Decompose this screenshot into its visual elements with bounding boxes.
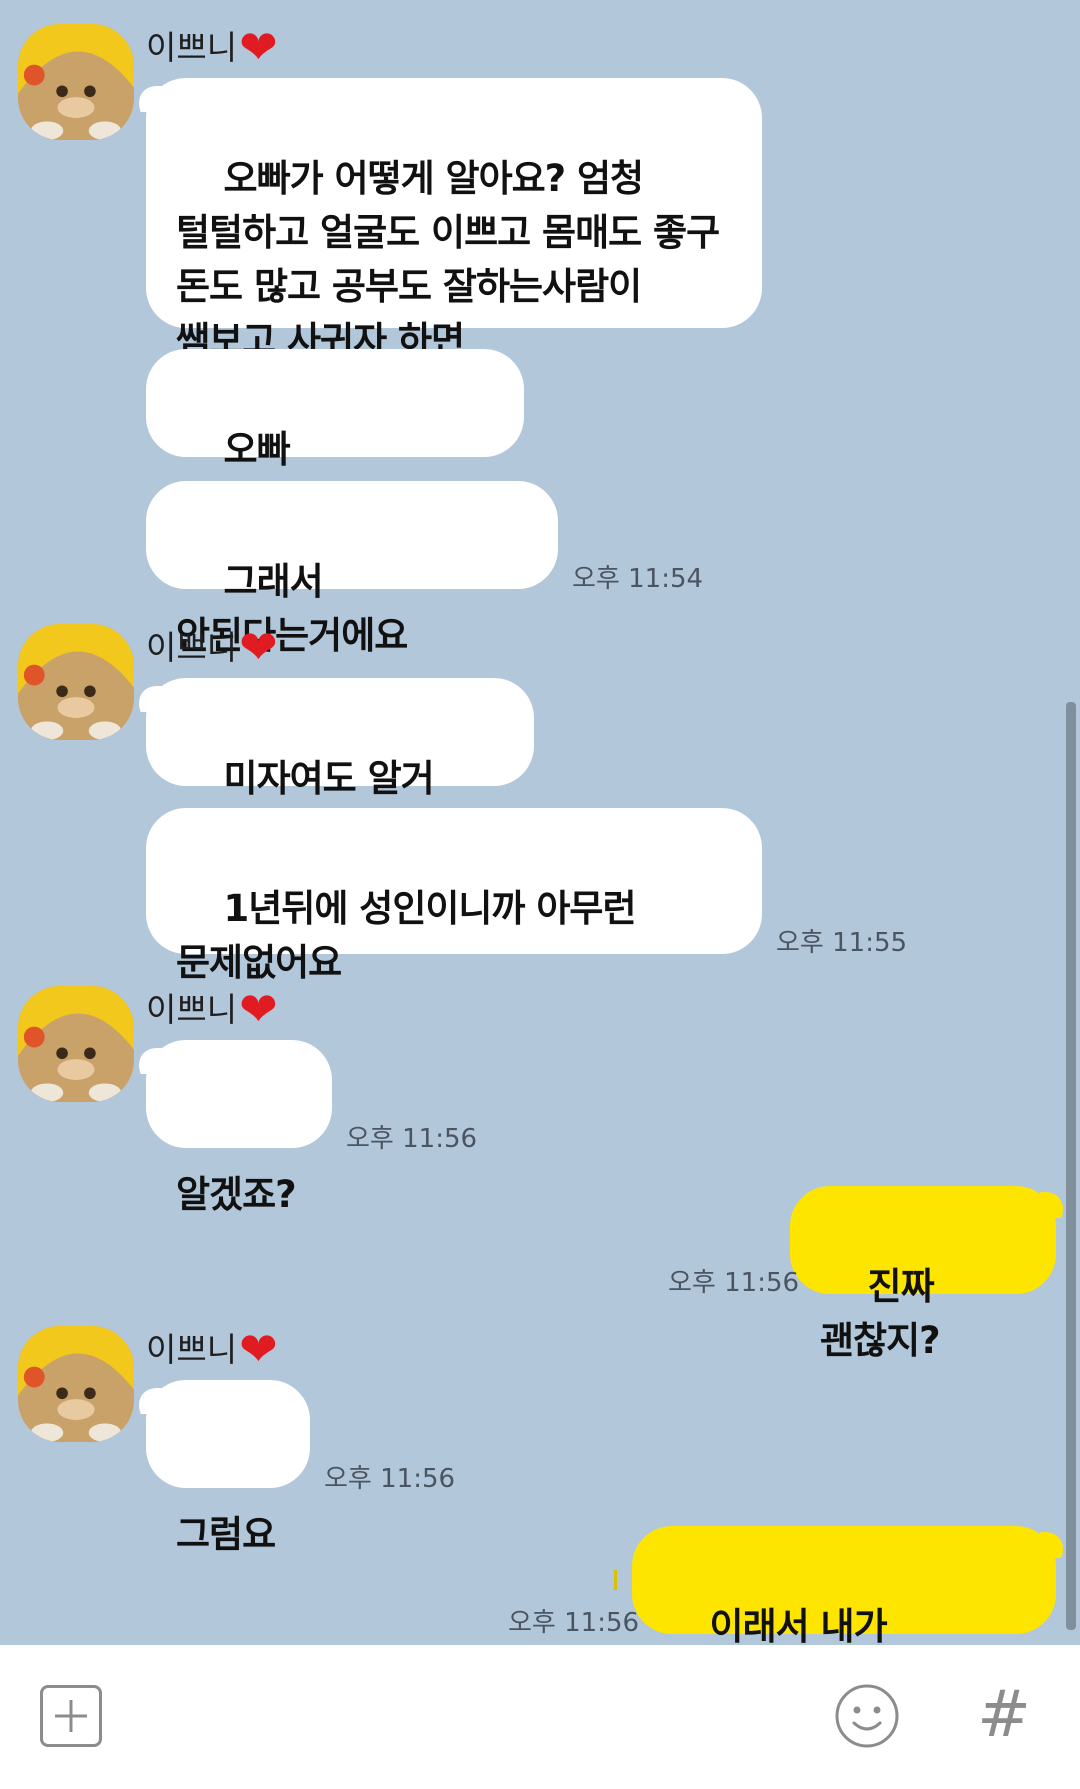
hash-button[interactable]: # bbox=[972, 1677, 1036, 1753]
sender-name: 이쁘니 ❤ bbox=[146, 624, 278, 670]
message-bubble[interactable]: 미자여도 알거 다알고 bbox=[146, 678, 534, 854]
message-time: 오후 11:54 bbox=[572, 564, 704, 594]
heart-icon: ❤ bbox=[239, 1322, 278, 1376]
sender-name-text: 이쁘니 bbox=[146, 27, 238, 67]
smiley-icon bbox=[835, 1684, 899, 1748]
message-time: 오후 11:56 bbox=[346, 1124, 478, 1154]
input-bar: # bbox=[0, 1645, 1080, 1789]
sender-avatar[interactable] bbox=[18, 624, 134, 740]
sender-name: 이쁘니 ❤ bbox=[146, 24, 278, 70]
sender-name-text: 이쁘니 bbox=[146, 989, 238, 1029]
sender-name: 이쁘니 ❤ bbox=[146, 1326, 278, 1372]
message-text: 오빠가 어떻게 알아요? 엄청 털털하고 얼굴도 이쁘고 몸매도 좋구 돈도 많… bbox=[176, 157, 720, 362]
message-bubble[interactable]: 알겠죠? bbox=[146, 1040, 332, 1216]
chat-area[interactable]: 이쁘니 ❤ 오빠가 어떻게 알아요? 엄청 털털하고 얼굴도 이쁘고 몸매도 좋… bbox=[0, 0, 1080, 1702]
message-bubble[interactable]: 그래서 안된다는거에요 bbox=[146, 481, 558, 657]
message-text: 진짜 괜찮지? bbox=[820, 1265, 946, 1362]
message-bubble[interactable]: 오빠 받아줄꺼잖아요 bbox=[146, 349, 524, 525]
message-text: 알겠죠? bbox=[176, 1173, 297, 1216]
scrollbar[interactable] bbox=[1066, 702, 1076, 1630]
cat-pikachu-hat-icon bbox=[18, 1326, 134, 1442]
message-text: 그럼요 bbox=[176, 1513, 276, 1556]
cat-pikachu-hat-icon bbox=[18, 624, 134, 740]
emoji-button[interactable] bbox=[834, 1683, 900, 1749]
sender-avatar[interactable] bbox=[18, 24, 134, 140]
hash-icon: # bbox=[977, 1678, 1031, 1752]
cat-pikachu-hat-icon bbox=[18, 986, 134, 1102]
heart-icon: ❤ bbox=[239, 20, 278, 74]
message-text: 1년뒤에 성인이니까 아무런 문제없어요 bbox=[176, 887, 636, 984]
message-time: 오후 11:56 bbox=[508, 1608, 640, 1638]
attach-button[interactable] bbox=[40, 1685, 102, 1747]
my-message-bubble[interactable]: 이래서 내가 좋다는거야 bbox=[632, 1526, 1056, 1702]
unread-marker bbox=[614, 1570, 617, 1590]
sender-name-text: 이쁘니 bbox=[146, 1329, 238, 1369]
sender-name-text: 이쁘니 bbox=[146, 627, 238, 667]
heart-icon: ❤ bbox=[239, 982, 278, 1036]
message-bubble[interactable]: 그럼요 bbox=[146, 1380, 310, 1556]
sender-avatar[interactable] bbox=[18, 1326, 134, 1442]
sender-avatar[interactable] bbox=[18, 986, 134, 1102]
heart-icon: ❤ bbox=[239, 620, 278, 674]
message-bubble[interactable]: 오빠가 어떻게 알아요? 엄청 털털하고 얼굴도 이쁘고 몸매도 좋구 돈도 많… bbox=[146, 78, 762, 362]
message-bubble[interactable]: 1년뒤에 성인이니까 아무런 문제없어요 bbox=[146, 808, 762, 984]
cat-pikachu-hat-icon bbox=[18, 24, 134, 140]
message-time: 오후 11:56 bbox=[668, 1268, 800, 1298]
message-time: 오후 11:56 bbox=[324, 1464, 456, 1494]
my-message-bubble[interactable]: 진짜 괜찮지? bbox=[790, 1186, 1056, 1362]
sender-name: 이쁘니 ❤ bbox=[146, 986, 278, 1032]
message-time: 오후 11:55 bbox=[776, 928, 908, 958]
plus-square-icon bbox=[55, 1700, 87, 1732]
